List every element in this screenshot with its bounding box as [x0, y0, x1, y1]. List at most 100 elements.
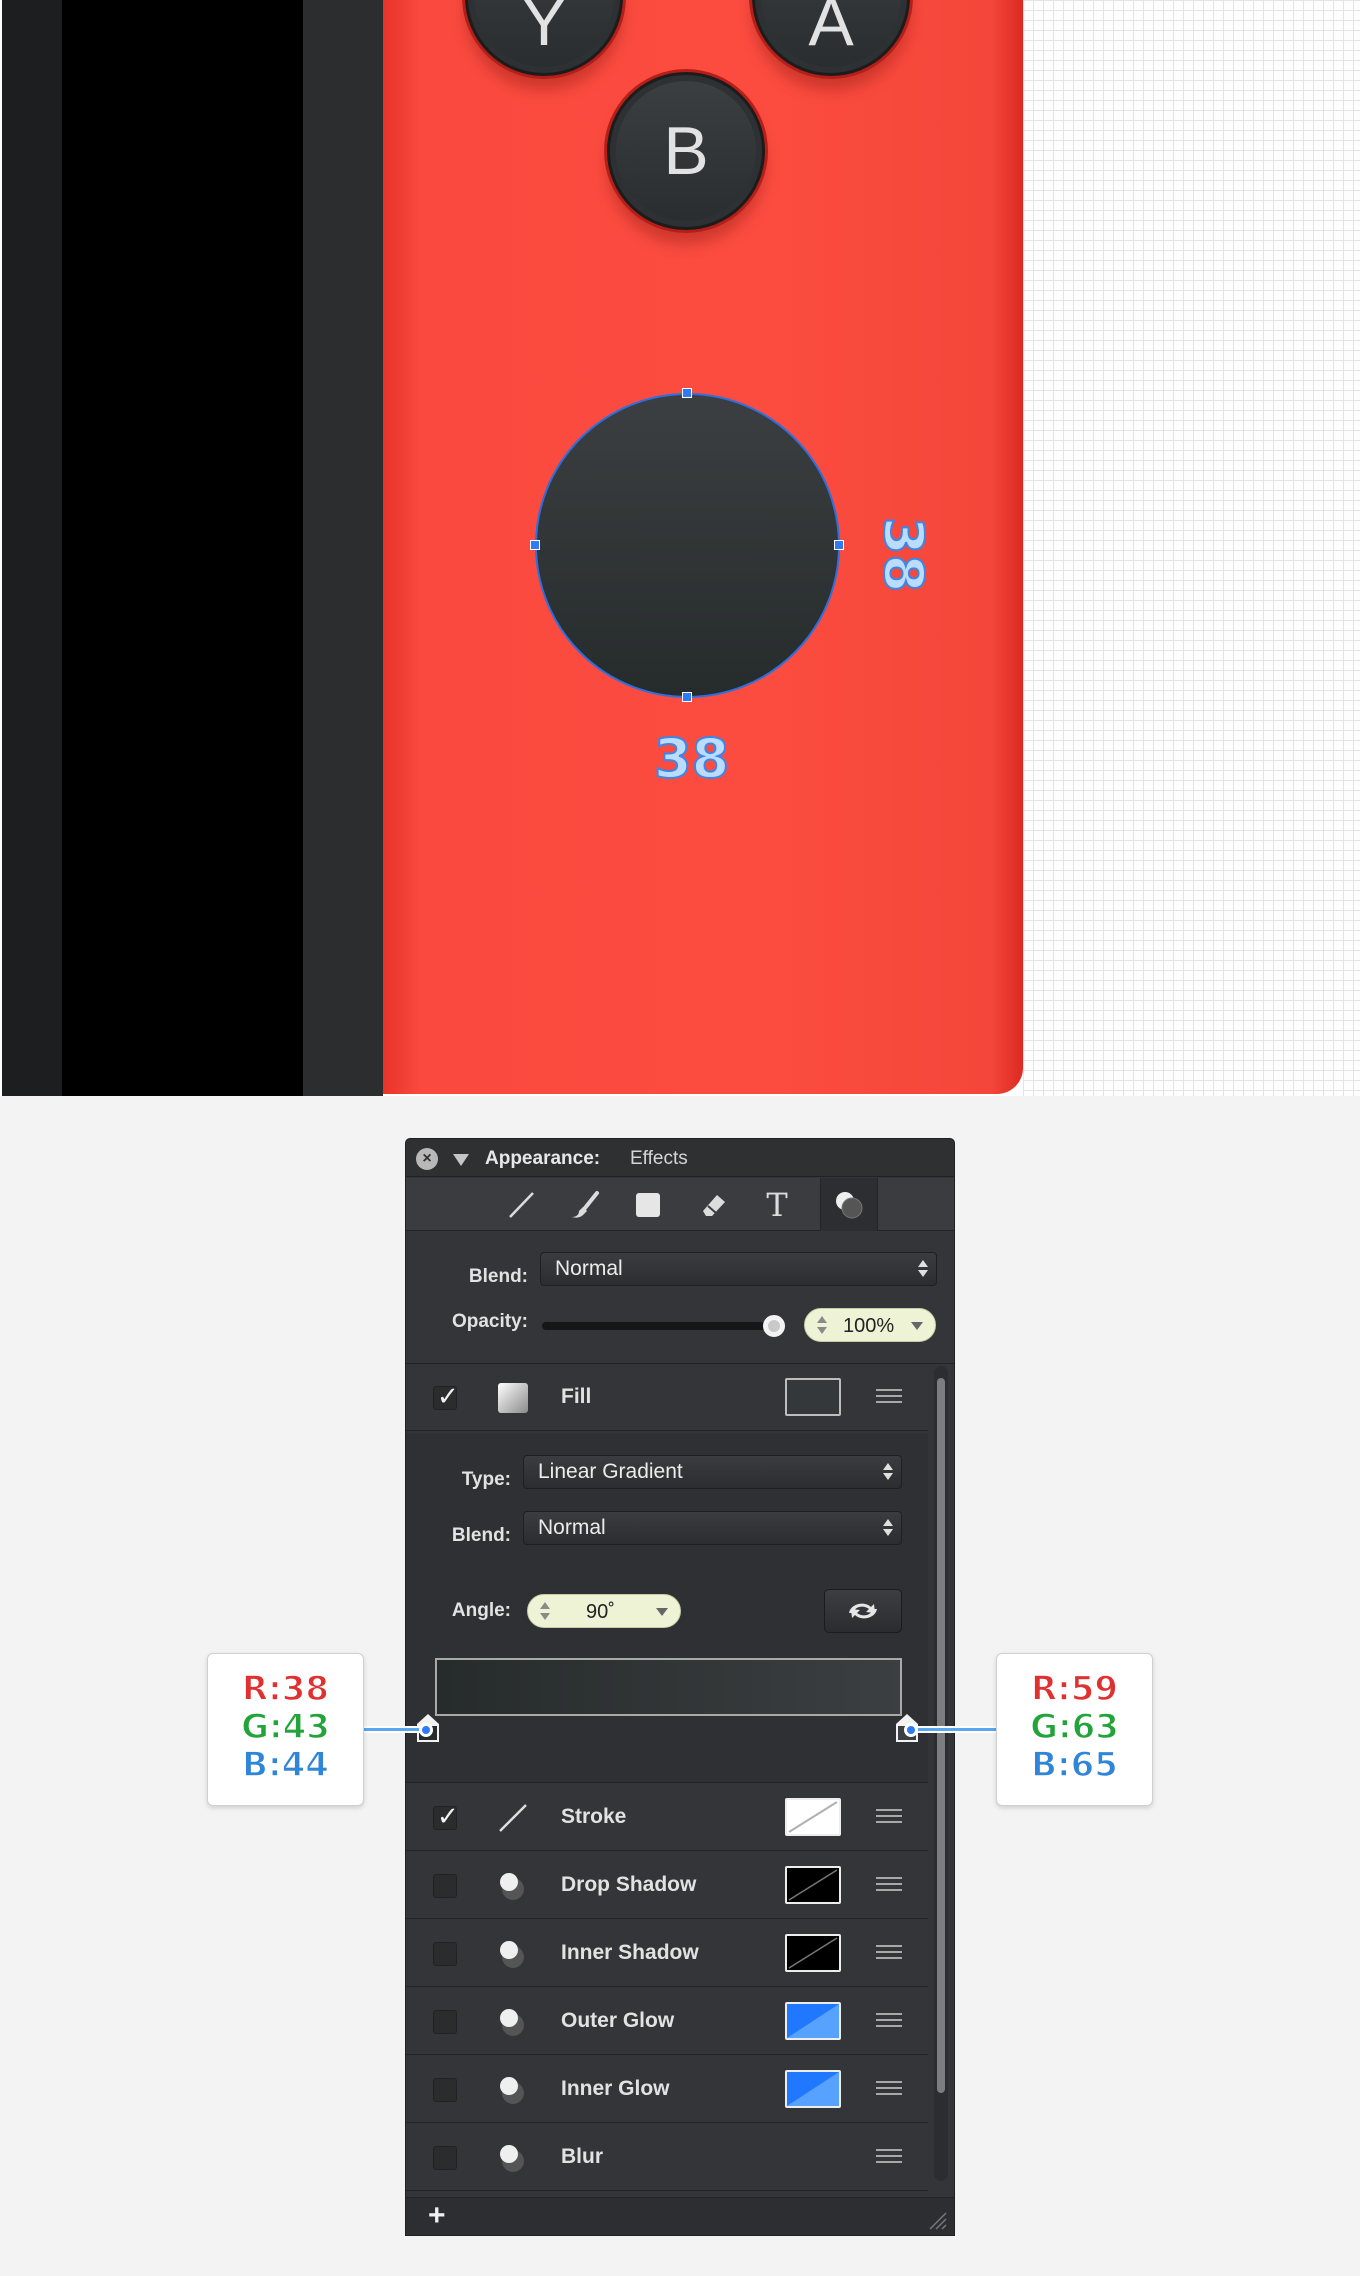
design-canvas[interactable]: Y A B 38 38	[0, 0, 1360, 1096]
drag-handle-icon[interactable]	[876, 1389, 902, 1405]
controller-rail-black	[62, 0, 303, 1096]
inner-shadow-checkbox[interactable]	[433, 1942, 457, 1966]
gradient-preview-bar[interactable]	[435, 1658, 902, 1716]
inner-glow-checkbox[interactable]	[433, 2078, 457, 2102]
spin-up-icon[interactable]	[817, 1316, 827, 1323]
swap-arrows-icon	[849, 1603, 877, 1619]
dropdown-arrow-icon[interactable]	[656, 1608, 668, 1616]
gradient-type-select[interactable]: Linear Gradient	[523, 1455, 902, 1489]
scrollbar-thumb[interactable]	[937, 1378, 945, 2093]
angle-field[interactable]: 90˚	[527, 1594, 681, 1628]
panel-scrollbar[interactable]	[934, 1366, 948, 2181]
spin-up-icon[interactable]	[540, 1602, 550, 1609]
drop-shadow-checkbox[interactable]	[433, 1874, 457, 1898]
effect-row-inner-shadow[interactable]: Inner Shadow	[406, 1920, 928, 1987]
effect-circles-icon	[496, 2141, 530, 2175]
appearance-panel: × Appearance: Effects T Blend: Normal Op…	[405, 1138, 955, 2236]
drag-handle-icon[interactable]	[876, 2149, 902, 2165]
selected-circle-shape[interactable]	[535, 393, 840, 698]
a-button-label: A	[808, 0, 854, 60]
inner-glow-label: Inner Glow	[561, 2077, 670, 2100]
pixel-grid	[1023, 0, 1360, 1096]
blur-checkbox[interactable]	[433, 2146, 457, 2170]
panel-title-value: Effects	[630, 1148, 688, 1169]
dropdown-arrow-icon[interactable]	[911, 1322, 923, 1330]
resize-handle-right[interactable]	[834, 540, 844, 550]
stroke-swatch[interactable]	[785, 1798, 841, 1836]
effect-row-fill[interactable]: ✓ Fill	[406, 1364, 928, 1431]
callout-right-green: G:63	[1029, 1707, 1119, 1747]
collapse-triangle-icon[interactable]	[453, 1154, 469, 1166]
fill-swatch[interactable]	[785, 1378, 841, 1416]
spin-down-icon[interactable]	[817, 1327, 827, 1334]
resize-handle-left[interactable]	[530, 540, 540, 550]
callout-left-blue: B:44	[241, 1745, 329, 1785]
blend-select[interactable]: Normal	[540, 1252, 937, 1286]
drag-handle-icon[interactable]	[876, 1877, 902, 1893]
drag-handle-icon[interactable]	[876, 1945, 902, 1961]
panel-titlebar: × Appearance: Effects	[406, 1139, 954, 1177]
resize-handle-top[interactable]	[682, 388, 692, 398]
resize-grip-icon[interactable]	[926, 2209, 948, 2231]
select-arrows-icon	[883, 1516, 893, 1540]
callout-left-red: R:38	[241, 1669, 330, 1709]
drag-handle-icon[interactable]	[876, 1809, 902, 1825]
panel-title-label: Appearance:	[485, 1148, 601, 1169]
callout-end-color: R:59 G:63 B:65	[996, 1653, 1153, 1806]
effect-row-inner-glow[interactable]: Inner Glow	[406, 2056, 928, 2123]
outer-glow-checkbox[interactable]	[433, 2010, 457, 2034]
blend-select-value: Normal	[555, 1257, 623, 1280]
inner-glow-swatch[interactable]	[785, 2070, 841, 2108]
resize-handle-bottom[interactable]	[682, 692, 692, 702]
eraser-icon[interactable]	[695, 1187, 731, 1223]
stroke-checkbox[interactable]: ✓	[433, 1801, 459, 1831]
opacity-label: Opacity:	[451, 1311, 528, 1332]
blend-label: Blend:	[468, 1266, 528, 1287]
effect-row-drop-shadow[interactable]: Drop Shadow	[406, 1852, 928, 1919]
gradient-fill-icon	[496, 1381, 530, 1415]
opacity-slider-track[interactable]	[542, 1322, 774, 1330]
effect-row-outer-glow[interactable]: Outer Glow	[406, 1988, 928, 2055]
opacity-value: 100%	[843, 1315, 895, 1337]
appearance-tab-bar: T	[406, 1178, 954, 1231]
fill-blend-value: Normal	[538, 1516, 606, 1539]
angle-label: Angle:	[451, 1600, 511, 1621]
opacity-slider-knob[interactable]	[763, 1315, 785, 1337]
inner-shadow-swatch[interactable]	[785, 1934, 841, 1972]
callout-dot-right	[904, 1723, 918, 1737]
text-icon[interactable]: T	[759, 1186, 795, 1224]
opacity-field[interactable]: 100%	[804, 1308, 936, 1342]
effect-circles-icon	[496, 2005, 530, 2039]
effect-circles-icon	[496, 2073, 530, 2107]
outer-glow-swatch[interactable]	[785, 2002, 841, 2040]
stroke-label: Stroke	[561, 1805, 627, 1828]
y-button-label: Y	[521, 0, 567, 60]
reverse-gradient-button[interactable]	[824, 1589, 902, 1633]
fill-blend-label: Blend:	[451, 1525, 511, 1546]
close-icon[interactable]: ×	[416, 1148, 438, 1170]
b-button-shape[interactable]: B	[607, 72, 765, 230]
effect-row-stroke[interactable]: ✓ Stroke	[406, 1784, 928, 1851]
effect-row-blur[interactable]: Blur	[406, 2124, 928, 2191]
fill-square-icon[interactable]	[630, 1187, 666, 1223]
outer-glow-label: Outer Glow	[561, 2009, 675, 2032]
brush-icon[interactable]	[566, 1187, 602, 1223]
effect-circles-icon	[496, 1937, 530, 1971]
effects-icon[interactable]	[820, 1178, 878, 1231]
stroke-line-icon	[496, 1801, 530, 1835]
controller-rail-inner	[303, 0, 383, 1096]
callout-leader-right	[910, 1726, 996, 1733]
b-button-label: B	[663, 113, 709, 189]
drag-handle-icon[interactable]	[876, 2081, 902, 2097]
drop-shadow-swatch[interactable]	[785, 1866, 841, 1904]
height-dimension-label: 38	[871, 516, 936, 593]
stroke-tool-icon[interactable]	[503, 1187, 539, 1223]
add-effect-button[interactable]: +	[428, 2199, 446, 2233]
fill-checkbox[interactable]: ✓	[433, 1381, 459, 1411]
controller-rail-outer	[2, 0, 62, 1096]
drag-handle-icon[interactable]	[876, 2013, 902, 2029]
callout-dot-left	[419, 1723, 433, 1737]
spin-down-icon[interactable]	[540, 1613, 550, 1620]
fill-label: Fill	[561, 1385, 592, 1408]
fill-blend-select[interactable]: Normal	[523, 1511, 902, 1545]
